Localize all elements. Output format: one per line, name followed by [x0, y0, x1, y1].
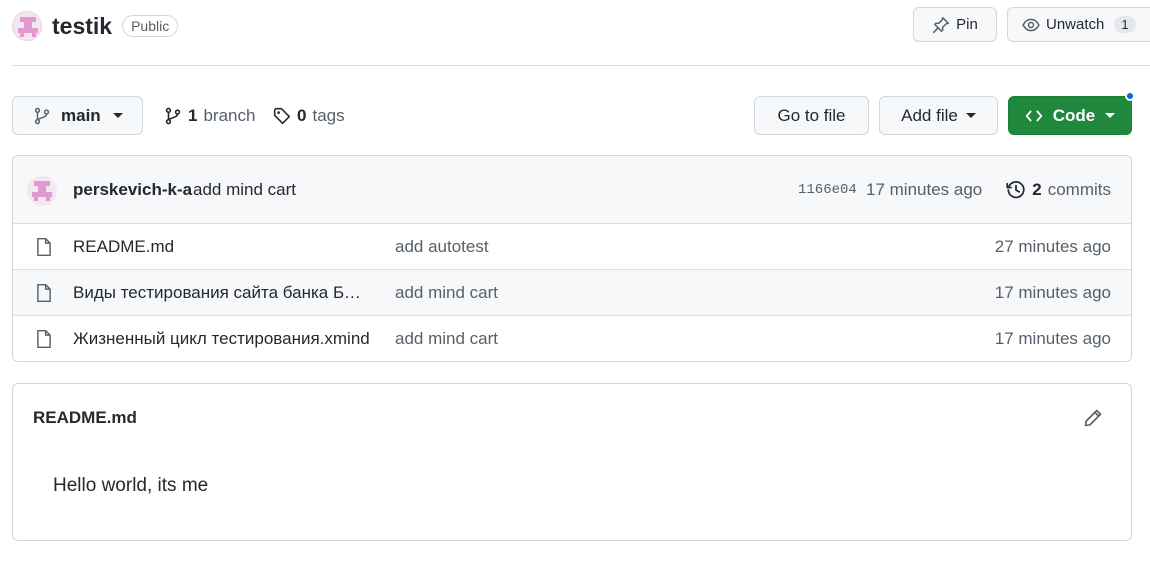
- chevron-down-icon: [965, 113, 976, 118]
- file-navigation: main 1 branch 0 tags Go to file Add file: [12, 91, 1135, 136]
- file-list: perskevich-k-a add mind cart 1166e04 17 …: [12, 155, 1132, 362]
- visibility-badge: Public: [122, 15, 179, 37]
- chevron-down-icon: [112, 113, 123, 118]
- branch-selector[interactable]: main: [12, 96, 143, 135]
- file-row[interactable]: Жизненный цикл тестирования.xmind add mi…: [13, 316, 1131, 361]
- repo-header: testik Public: [12, 8, 179, 44]
- file-icon: [37, 237, 51, 257]
- add-file-button[interactable]: Add file: [879, 96, 998, 135]
- git-branch-icon: [165, 107, 181, 124]
- readme-panel: README.md Hello world, its me: [12, 383, 1132, 541]
- pencil-icon[interactable]: [1083, 408, 1103, 428]
- notification-dot: [1125, 91, 1135, 101]
- commits-link[interactable]: 2 commits: [1006, 180, 1111, 200]
- file-commit-message[interactable]: add autotest: [395, 237, 489, 257]
- commit-message[interactable]: add mind cart: [193, 180, 296, 200]
- branches-link[interactable]: 1 branch: [164, 96, 255, 135]
- git-branch-icon: [34, 107, 50, 124]
- file-name[interactable]: Виды тестирования сайта банка БСПБ.xmind: [73, 283, 373, 303]
- commit-author-avatar[interactable]: [27, 176, 57, 206]
- commit-author[interactable]: perskevich-k-a: [73, 180, 192, 200]
- pin-icon: [933, 16, 950, 33]
- identicon-icon: [18, 17, 38, 37]
- unwatch-button[interactable]: Unwatch 1: [1007, 7, 1150, 42]
- branch-count-label: branch: [203, 105, 256, 125]
- code-label: Code: [1052, 105, 1096, 125]
- file-actions: Go to file Add file Code: [754, 91, 1135, 135]
- add-file-label: Add file: [901, 105, 958, 125]
- file-row[interactable]: Виды тестирования сайта банка БСПБ.xmind…: [13, 270, 1131, 316]
- eye-icon: [1022, 18, 1040, 31]
- pin-button[interactable]: Pin: [913, 7, 997, 42]
- file-time: 17 minutes ago: [994, 282, 1111, 302]
- file-commit-message[interactable]: add mind cart: [395, 329, 498, 349]
- repo-name[interactable]: testik: [52, 13, 112, 40]
- commit-count-label: commits: [1047, 179, 1111, 199]
- file-row[interactable]: README.md add autotest 27 minutes ago: [13, 224, 1131, 270]
- commit-sha[interactable]: 1166e04: [798, 182, 857, 198]
- tag-count-label: tags: [312, 105, 345, 125]
- file-time: 17 minutes ago: [994, 329, 1111, 348]
- readme-content: Hello world, its me: [53, 475, 209, 496]
- header-actions: Pin Unwatch 1: [913, 7, 1150, 42]
- code-button[interactable]: Code: [1008, 91, 1135, 135]
- file-icon: [37, 329, 51, 349]
- readme-header: README.md: [13, 384, 1131, 451]
- commit-count: 2: [1032, 179, 1042, 199]
- file-name[interactable]: README.md: [73, 237, 373, 257]
- readme-title[interactable]: README.md: [33, 408, 137, 428]
- unwatch-label: Unwatch: [1046, 16, 1105, 33]
- chevron-down-icon: [1105, 113, 1116, 118]
- file-time: 27 minutes ago: [994, 236, 1111, 256]
- branch-count: 1: [188, 105, 198, 125]
- commit-time: 17 minutes ago: [866, 179, 983, 199]
- latest-commit: perskevich-k-a add mind cart 1166e04 17 …: [13, 156, 1131, 224]
- tag-count: 0: [297, 105, 307, 125]
- owner-avatar[interactable]: [12, 11, 42, 41]
- watch-count: 1: [1114, 16, 1136, 33]
- go-to-file-button[interactable]: Go to file: [754, 96, 869, 135]
- history-icon: [1006, 180, 1025, 198]
- branch-name: main: [61, 105, 101, 125]
- file-commit-message[interactable]: add mind cart: [395, 283, 498, 303]
- file-icon: [37, 283, 51, 303]
- tags-link[interactable]: 0 tags: [273, 96, 345, 135]
- pin-label: Pin: [956, 16, 978, 33]
- identicon-icon: [32, 181, 52, 201]
- header-divider: [12, 65, 1150, 66]
- file-name[interactable]: Жизненный цикл тестирования.xmind: [73, 329, 373, 349]
- code-icon: [1025, 110, 1042, 121]
- tag-icon: [273, 107, 291, 124]
